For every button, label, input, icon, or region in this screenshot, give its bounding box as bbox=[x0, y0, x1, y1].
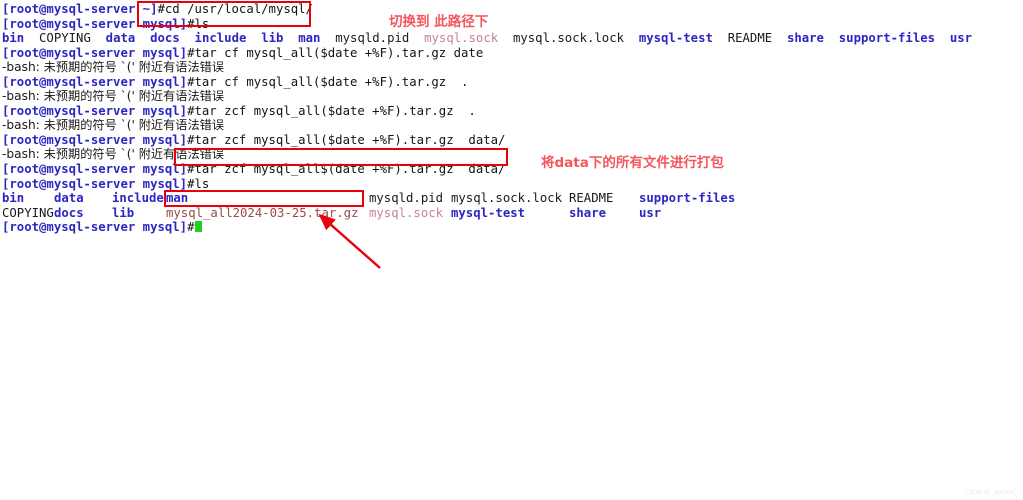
terminal-line: [root@mysql-server mysql]# bbox=[2, 220, 1023, 235]
ls-entry: mysql.sock bbox=[424, 31, 499, 46]
ls-entry: COPYING bbox=[39, 31, 91, 46]
bash-error: -bash: 未预期的符号 `(' 附近有语法错误 bbox=[2, 60, 225, 75]
annotation-note-top: 切换到 此路径下 bbox=[389, 14, 489, 30]
ls-output-row: bin data include man mysqld.pid mysql.sock.lo… bbox=[2, 191, 1023, 206]
shell-prompt: [root@mysql-server mysql] bbox=[2, 103, 188, 118]
shell-prompt: [root@mysql-server mysql] bbox=[2, 74, 188, 89]
ls-entry: share bbox=[786, 31, 824, 46]
shell-prompt: [root@mysql-server ~] bbox=[2, 2, 158, 16]
shell-command: #ls bbox=[187, 176, 210, 191]
ls-entry: data bbox=[54, 191, 84, 206]
annotation-note-bottom: 将data下的所有文件进行打包 bbox=[541, 155, 724, 171]
ls-entry: mysql-test bbox=[638, 31, 713, 46]
ls-entry: README bbox=[569, 191, 614, 206]
ls-entry: mysql.sock bbox=[369, 205, 444, 220]
shell-prompt: [root@mysql-server mysql] bbox=[2, 16, 188, 31]
ls-entry: share bbox=[569, 205, 607, 220]
terminal-line: [root@mysql-server ~]#cd /usr/local/mysq… bbox=[2, 2, 1023, 17]
shell-prompt: [root@mysql-server mysql] bbox=[2, 162, 188, 177]
ls-entry: mysql.sock.lock bbox=[451, 191, 563, 206]
terminal-line: [root@mysql-server mysql]#tar zcf mysql_… bbox=[2, 104, 1023, 119]
shell-command: #tar zcf mysql_all$(date +%F).tar.gz dat… bbox=[187, 162, 506, 177]
terminal-line: [root@mysql-server mysql]#tar cf mysql_a… bbox=[2, 46, 1023, 61]
terminal-line: [root@mysql-server mysql]#tar zcf mysql_… bbox=[2, 133, 1023, 148]
ls-entry: lib bbox=[112, 205, 135, 220]
ls-entry: man bbox=[166, 191, 189, 206]
ls-entry: include bbox=[112, 191, 164, 206]
shell-command: #ls bbox=[187, 16, 210, 31]
ls-entry: docs bbox=[54, 205, 84, 220]
ls-entry: COPYING bbox=[2, 205, 54, 220]
ls-entry: usr bbox=[639, 205, 662, 220]
ls-output-row: COPYING docs lib mysql_all2024-03-25.tar.gz… bbox=[2, 206, 1023, 221]
ls-entry: mysql-test bbox=[451, 205, 526, 220]
shell-prompt: [root@mysql-server mysql] bbox=[2, 220, 188, 235]
ls-entry: mysql_all2024-03-25.tar.gz bbox=[166, 205, 359, 220]
ls-entry: bin bbox=[2, 191, 25, 206]
ls-entry: include bbox=[194, 31, 247, 46]
shell-command: #tar cf mysql_all($date +%F).tar.gz . bbox=[187, 74, 469, 89]
ls-entry: mysql.sock.lock bbox=[512, 31, 625, 46]
ls-entry: docs bbox=[150, 31, 180, 46]
ls-entry: mysqld.pid bbox=[335, 31, 410, 46]
shell-prompt: [root@mysql-server mysql] bbox=[2, 132, 188, 147]
bash-error: -bash: 未预期的符号 `(' 附近有语法错误 bbox=[2, 89, 225, 104]
shell-command: # bbox=[187, 220, 195, 235]
shell-command: #tar zcf mysql_all($date +%F).tar.gz dat… bbox=[187, 132, 506, 147]
ls-entry: lib bbox=[261, 31, 284, 46]
ls-entry: support-files bbox=[639, 191, 736, 206]
terminal-output: [root@mysql-server ~]#cd /usr/local/mysq… bbox=[0, 0, 1023, 235]
terminal-line: [root@mysql-server mysql]#ls bbox=[2, 177, 1023, 192]
bash-error: -bash: 未预期的符号 `(' 附近有语法错误 bbox=[2, 118, 225, 133]
terminal-line: [root@mysql-server mysql]#tar cf mysql_a… bbox=[2, 75, 1023, 90]
shell-command: #tar cf mysql_all($date +%F).tar.gz date bbox=[187, 45, 484, 60]
ls-output-row: bin COPYING data docs include lib man my… bbox=[2, 31, 1023, 46]
ls-entry: support-files bbox=[838, 31, 936, 46]
shell-prompt: [root@mysql-server mysql] bbox=[2, 176, 188, 191]
ls-entry: mysqld.pid bbox=[369, 191, 444, 206]
shell-prompt: [root@mysql-server mysql] bbox=[2, 45, 188, 60]
ls-entry: README bbox=[727, 31, 773, 46]
shell-command: #cd /usr/local/mysql/ bbox=[157, 2, 313, 16]
ls-entry: usr bbox=[949, 31, 973, 46]
bash-error: -bash: 未预期的符号 `(' 附近有语法错误 bbox=[2, 147, 225, 162]
ls-entry: data bbox=[105, 31, 136, 46]
terminal-line: [root@mysql-server mysql]#tar zcf mysql_… bbox=[2, 162, 1023, 177]
ls-entry: man bbox=[298, 31, 321, 46]
terminal-cursor bbox=[194, 221, 202, 233]
ls-entry: bin bbox=[2, 31, 25, 46]
watermark: CSDN @ _weixin_ bbox=[964, 489, 1017, 496]
terminal-line: [root@mysql-server mysql]#ls bbox=[2, 17, 1023, 32]
shell-command: #tar zcf mysql_all($date +%F).tar.gz . bbox=[187, 103, 476, 118]
